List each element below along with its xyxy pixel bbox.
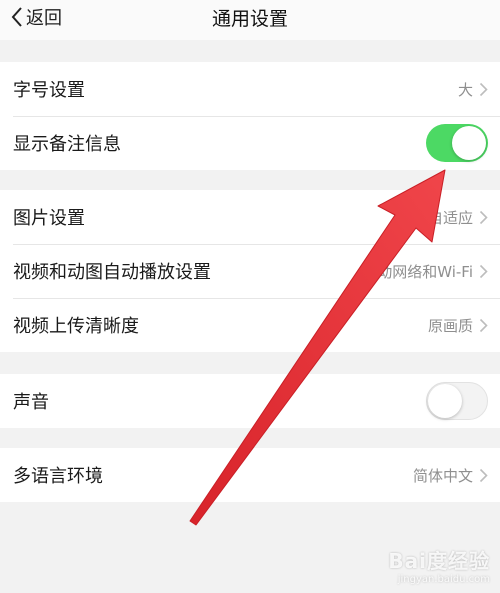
sound-label: 声音 [13, 392, 49, 413]
font-size-row[interactable]: 字号设置 大 [0, 62, 500, 116]
video-autoplay-value: 移动网络和Wi-Fi [362, 262, 473, 281]
toggle-knob [452, 126, 486, 160]
navigation-bar: 返回 通用设置 [0, 0, 500, 40]
settings-page: 返回 通用设置 字号设置 大 显示备注信息 图片设置 自适应 视频和动图自动播放… [0, 0, 500, 593]
settings-group-media: 图片设置 自适应 视频和动图自动播放设置 移动网络和Wi-Fi 视频上传清晰度 … [0, 190, 500, 352]
settings-group-sound: 声音 [0, 374, 500, 428]
font-size-label: 字号设置 [13, 80, 85, 101]
chevron-right-icon [479, 468, 488, 482]
settings-group-display: 字号设置 大 显示备注信息 [0, 62, 500, 170]
video-autoplay-label: 视频和动图自动播放设置 [13, 262, 211, 283]
baidu-jingyan-watermark: Bai度经验 jingyan.baidu.com [388, 545, 490, 585]
watermark-main: Bai度经验 [388, 549, 490, 573]
video-upload-quality-row[interactable]: 视频上传清晰度 原画质 [0, 298, 500, 352]
show-remark-info-label: 显示备注信息 [13, 134, 121, 155]
language-label: 多语言环境 [13, 466, 103, 487]
image-settings-value: 自适应 [427, 208, 473, 227]
sound-toggle[interactable] [426, 382, 488, 420]
page-title: 通用设置 [211, 7, 288, 30]
watermark-sub: jingyan.baidu.com [397, 574, 490, 585]
chevron-right-icon [479, 210, 488, 224]
language-row[interactable]: 多语言环境 简体中文 [0, 448, 500, 502]
settings-group-language: 多语言环境 简体中文 [0, 448, 500, 502]
show-remark-info-row: 显示备注信息 [0, 116, 500, 170]
image-settings-label: 图片设置 [13, 208, 85, 229]
toggle-knob [428, 384, 462, 418]
video-upload-quality-label: 视频上传清晰度 [13, 316, 139, 337]
show-remark-info-toggle[interactable] [426, 124, 488, 162]
video-upload-quality-value: 原画质 [427, 316, 473, 335]
video-autoplay-row[interactable]: 视频和动图自动播放设置 移动网络和Wi-Fi [0, 244, 500, 298]
chevron-right-icon [479, 318, 488, 332]
sound-row: 声音 [0, 374, 500, 428]
font-size-value: 大 [457, 80, 473, 99]
image-settings-row[interactable]: 图片设置 自适应 [0, 190, 500, 244]
language-value: 简体中文 [412, 466, 473, 485]
chevron-right-icon [479, 82, 488, 96]
chevron-right-icon [479, 264, 488, 278]
